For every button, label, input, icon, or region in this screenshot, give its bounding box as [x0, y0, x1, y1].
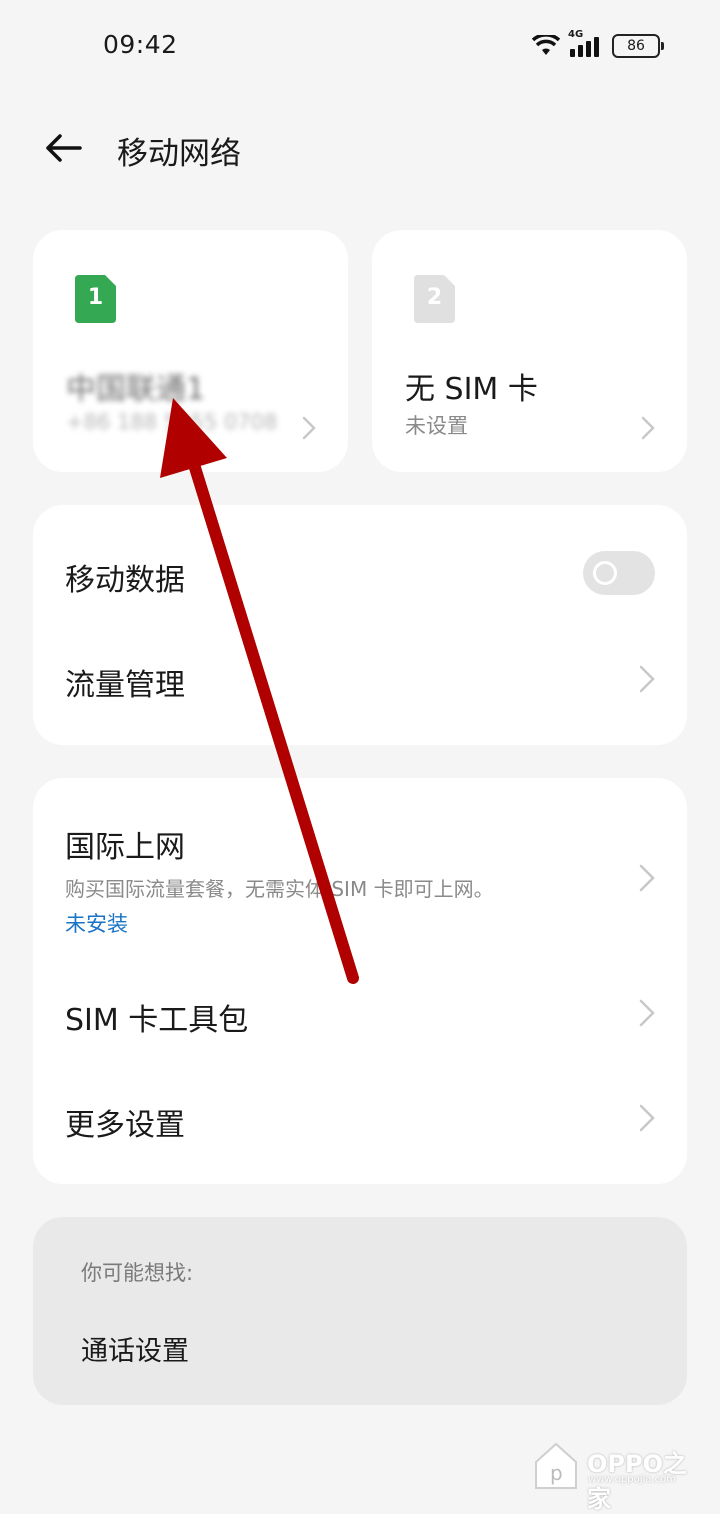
battery-indicator: 86	[612, 34, 664, 58]
back-arrow-icon	[46, 134, 82, 162]
more-settings-row[interactable]: 更多设置	[33, 1068, 687, 1178]
sim-toolkit-label: SIM 卡工具包	[65, 1003, 249, 1038]
cellular-signal-icon: 4G	[568, 29, 604, 57]
page-title: 移动网络	[117, 136, 241, 172]
more-settings-label: 更多设置	[65, 1108, 185, 1143]
network-type-label: 4G	[568, 29, 584, 40]
international-roaming-label: 国际上网	[65, 830, 185, 865]
chevron-right-icon	[639, 1104, 655, 1132]
call-settings-link[interactable]: 通话设置	[81, 1329, 189, 1368]
sim-2-name: 无 SIM 卡	[405, 372, 538, 407]
chevron-right-icon	[639, 665, 655, 693]
status-icons: 4G 86	[532, 29, 664, 58]
svg-text:p: p	[550, 1461, 563, 1485]
status-bar: 09:42 4G 86	[0, 0, 720, 92]
chevron-right-icon	[639, 999, 655, 1027]
toggle-knob	[593, 561, 617, 585]
sim-1-carrier-name: 中国联通1	[66, 372, 206, 407]
wifi-icon	[532, 35, 560, 55]
international-roaming-description: 购买国际流量套餐，无需实体 SIM 卡即可上网。	[65, 877, 494, 901]
options-card: 国际上网 购买国际流量套餐，无需实体 SIM 卡即可上网。 未安装 SIM 卡工…	[33, 778, 687, 1184]
mobile-data-toggle[interactable]	[583, 551, 655, 595]
back-button[interactable]	[40, 128, 88, 168]
sim-2-status: 未设置	[405, 414, 468, 438]
sim-card-2[interactable]: 2 无 SIM 卡 未设置	[372, 230, 687, 472]
traffic-management-label: 流量管理	[65, 668, 185, 703]
international-roaming-row[interactable]: 国际上网 购买国际流量套餐，无需实体 SIM 卡即可上网。 未安装	[33, 778, 687, 968]
suggestions-title: 你可能想找:	[81, 1261, 194, 1285]
mobile-data-card: 移动数据 流量管理	[33, 505, 687, 745]
chevron-right-icon	[641, 416, 655, 440]
mobile-data-row[interactable]: 移动数据	[33, 505, 687, 641]
install-status-link[interactable]: 未安装	[65, 908, 128, 938]
page-header: 移动网络	[0, 118, 720, 178]
sim-card-1[interactable]: 1 中国联通1 +86 188 5555 0708	[33, 230, 348, 472]
sim-1-icon: 1	[75, 275, 116, 323]
chevron-right-icon	[639, 864, 655, 892]
suggestions-panel: 你可能想找: 通话设置	[33, 1217, 687, 1405]
sim-1-phone-number: +86 188 5555 0708	[66, 410, 278, 434]
watermark: p OPPO之家 www.oppojia.com	[532, 1440, 702, 1513]
status-time: 09:42	[103, 30, 178, 59]
mobile-data-label: 移动数据	[65, 563, 185, 598]
traffic-management-row[interactable]: 流量管理	[33, 625, 687, 745]
chevron-right-icon	[302, 416, 316, 440]
house-logo-icon: p	[535, 1442, 577, 1489]
sim-1-slot-number: 1	[87, 285, 104, 310]
sim-2-icon: 2	[414, 275, 455, 323]
sim-2-slot-number: 2	[426, 285, 443, 310]
sim-toolkit-row[interactable]: SIM 卡工具包	[33, 963, 687, 1068]
watermark-url: www.oppojia.com	[588, 1474, 676, 1485]
